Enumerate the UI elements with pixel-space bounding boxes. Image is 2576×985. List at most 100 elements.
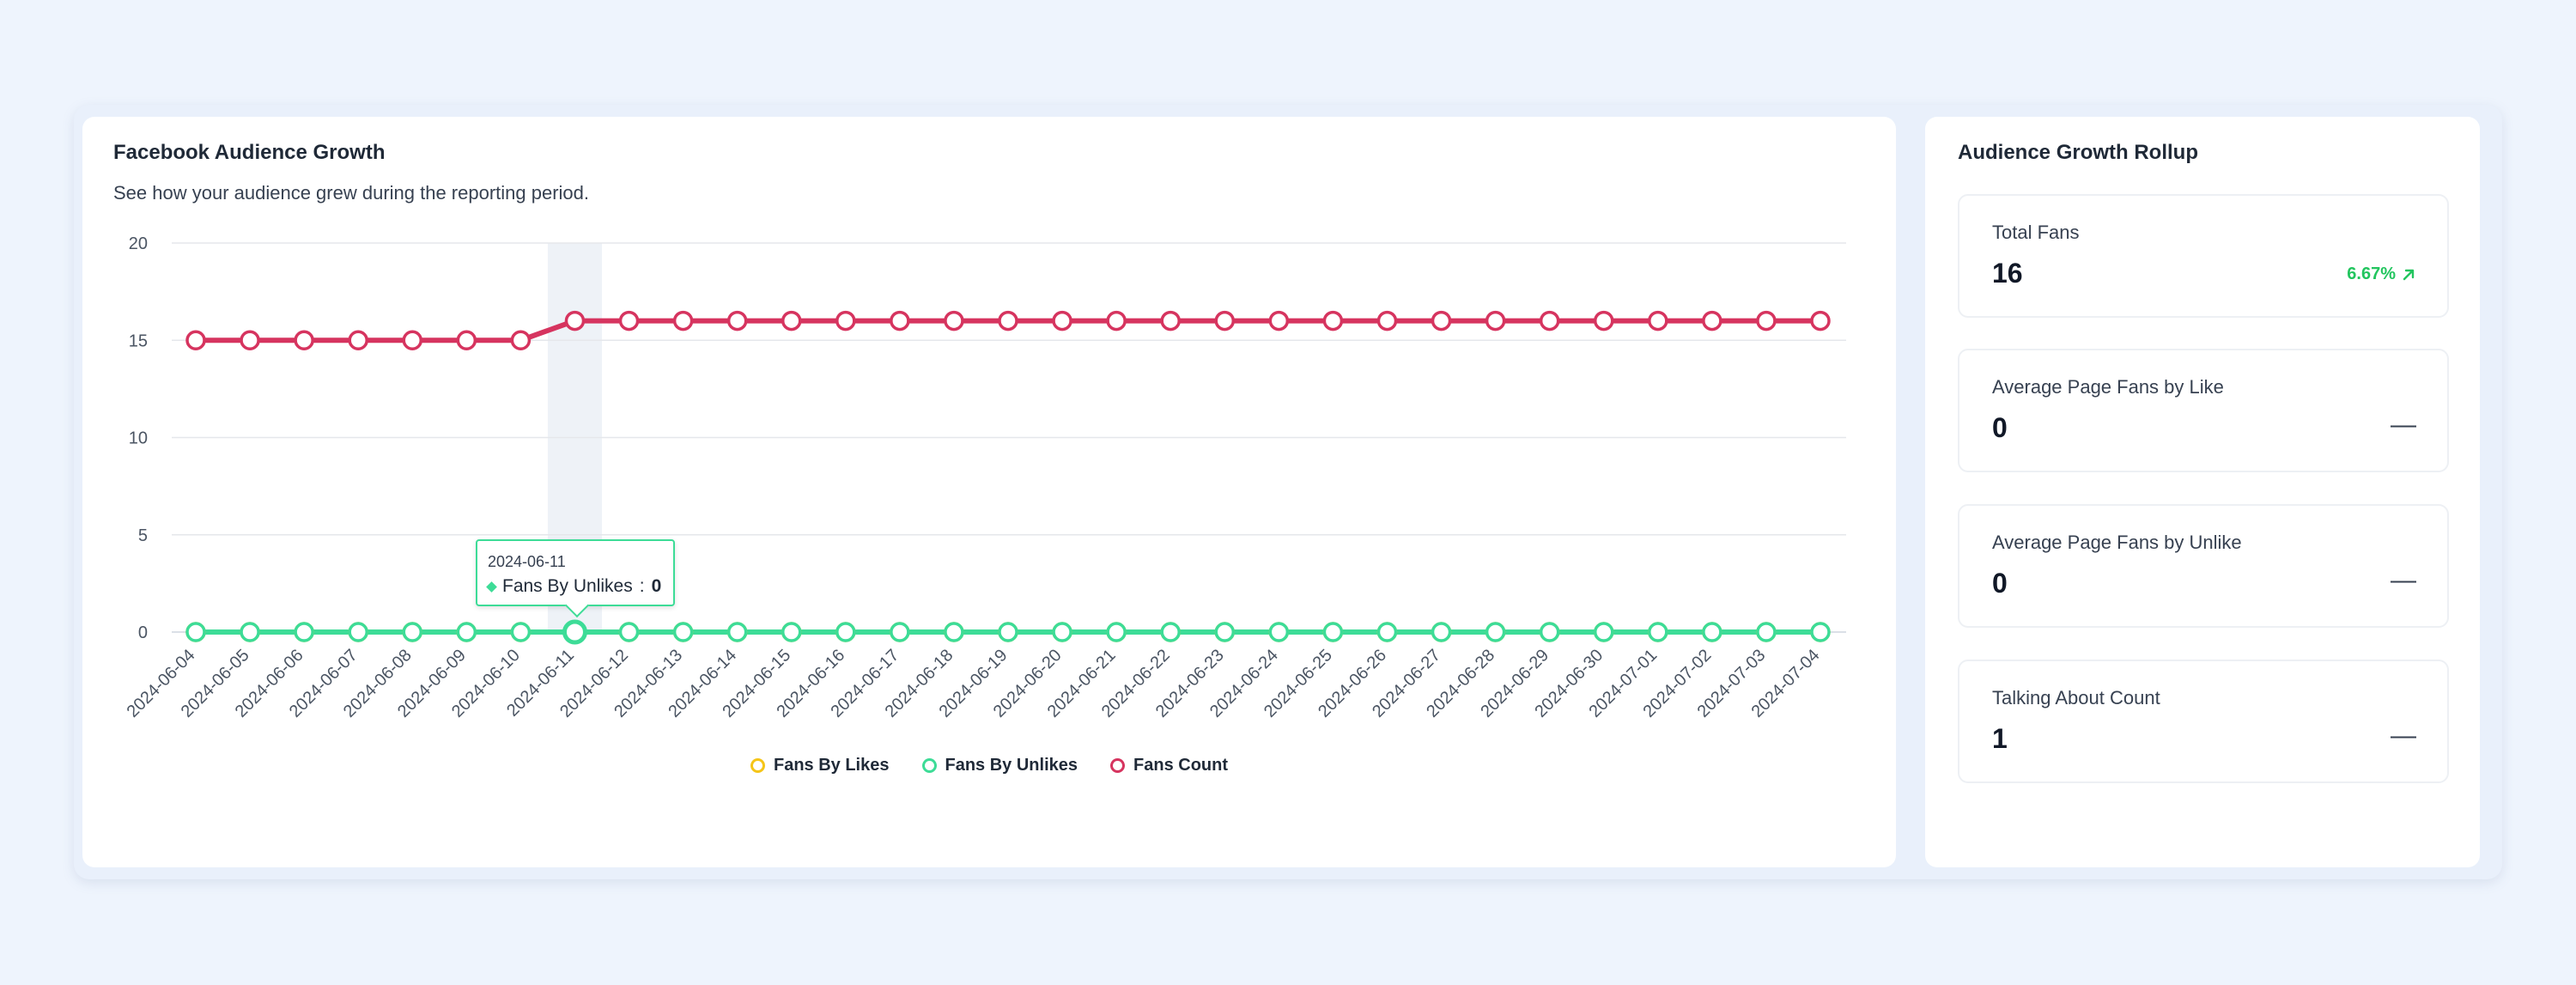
data-point [618,622,640,642]
data-point [1106,310,1127,331]
stat-change: — [2391,410,2416,439]
data-point [1810,622,1831,642]
stat-label: Talking About Count [1992,687,2160,708]
legend-marker-icon [921,758,937,773]
data-point [1810,310,1831,331]
data-point [1160,310,1181,331]
data-point [781,622,802,642]
data-point [944,622,964,642]
data-point [1539,622,1560,642]
data-point [1268,622,1290,642]
data-point [1160,622,1181,642]
tooltip-series-name: Fans By Unlikes [502,576,633,596]
data-point [998,310,1018,331]
data-point [1593,310,1614,331]
legend-item[interactable]: Fans Count [1110,756,1228,775]
data-point [456,330,477,350]
data-point [1268,310,1290,331]
stat-average-page-fans-by-unlike: Average Page Fans by Unlike 0 — [1958,504,2449,628]
stat-change: 6.67% [2347,264,2416,284]
data-point [726,310,748,331]
stat-value: 0 [1992,412,2008,443]
data-point [1593,622,1614,642]
stat-talking-about-count: Talking About Count 1 — [1958,660,2449,783]
stat-value: 1 [1992,723,2008,754]
data-point [402,622,423,642]
data-point [1431,310,1452,331]
data-point [456,622,477,642]
data-point [510,622,532,642]
data-point [944,310,964,331]
data-point [1648,622,1668,642]
stat-total-fans: Total Fans 16 6.67% [1958,194,2449,318]
legend-item[interactable]: Fans By Unlikes [921,756,1078,775]
legend-label: Fans By Unlikes [945,756,1078,775]
y-tick-label: 20 [129,234,148,253]
arrow-up-right-icon [2403,269,2415,280]
stat-label: Average Page Fans by Like [1992,376,2224,398]
data-point [1214,622,1236,642]
data-point [348,622,368,642]
legend-marker-icon [1110,758,1126,773]
data-point [1052,622,1072,642]
stat-average-page-fans-by-like: Average Page Fans by Like 0 — [1958,349,2449,472]
stat-change: — [2391,721,2416,750]
data-point [672,622,694,642]
data-point [294,622,314,642]
y-tick-label: 5 [138,526,148,545]
data-point [1106,622,1127,642]
stat-value: 16 [1992,258,2023,289]
data-point [726,622,748,642]
audience-growth-chart-card: Facebook Audience Growth See how your au… [82,117,1896,867]
data-point [1052,310,1072,331]
stat-value: 0 [1992,568,2008,599]
rollup-card-title: Audience Growth Rollup [1958,141,2198,164]
data-point [1431,622,1452,642]
data-point [835,310,856,331]
data-point [1322,622,1344,642]
y-tick-label: 15 [129,331,148,350]
data-point [564,310,586,331]
stat-label: Total Fans [1992,222,2080,243]
stat-change: — [2391,566,2416,594]
data-point [998,622,1018,642]
chart-legend: Fans By Likes Fans By Unlikes Fans Count [82,756,1896,775]
data-point [1485,622,1506,642]
tooltip-series-marker-icon [486,581,497,593]
y-tick-label: 10 [129,429,148,448]
data-point [890,622,910,642]
data-point [618,310,640,331]
data-point [240,622,260,642]
stat-label: Average Page Fans by Unlike [1992,532,2242,553]
data-point [1756,622,1777,642]
data-point [672,310,694,331]
data-point [1756,310,1777,331]
chart-tooltip: 2024-06-11 Fans By Unlikes: 0 [476,539,675,618]
y-tick-label: 0 [138,623,148,642]
audience-growth-rollup-card: Audience Growth Rollup Total Fans 16 6.6… [1925,117,2480,867]
data-point [1702,310,1722,331]
data-point [348,330,368,350]
data-point [1702,622,1722,642]
audience-growth-line-chart[interactable]: 051015202024-06-042024-06-052024-06-0620… [82,117,1896,752]
data-point [781,310,802,331]
data-point [1322,310,1344,331]
data-point [1376,310,1398,331]
data-point [1485,310,1506,331]
data-point [1376,622,1398,642]
data-point [890,310,910,331]
data-point [294,330,314,350]
data-point [1214,310,1236,331]
data-point [240,330,260,350]
data-point [1648,310,1668,331]
legend-item[interactable]: Fans By Likes [750,756,890,775]
tooltip-date: 2024-06-11 [488,553,566,570]
legend-marker-icon [750,758,765,773]
data-point [510,330,532,350]
data-point [1539,310,1560,331]
data-point [185,330,206,350]
tooltip-value: 0 [651,576,662,596]
legend-label: Fans By Likes [773,756,890,775]
data-point [562,619,587,645]
data-point [185,622,206,642]
